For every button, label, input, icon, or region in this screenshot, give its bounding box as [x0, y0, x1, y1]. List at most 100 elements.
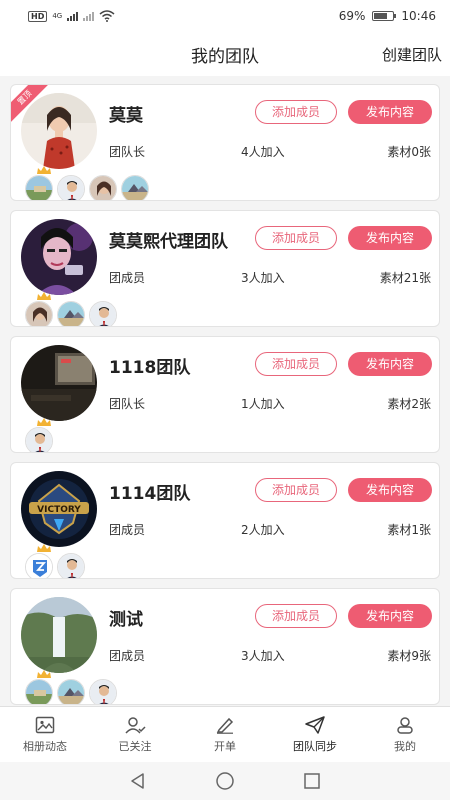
pencil-icon	[216, 717, 234, 734]
member-count: 2人加入	[241, 523, 285, 537]
team-name: 1114团队	[109, 484, 191, 504]
material-count: 素材9张	[387, 649, 431, 663]
member-avatars[interactable]	[25, 427, 53, 452]
team-list[interactable]: 置顶 莫莫 添加成员 发布内容 团队长 4人加入 素材0张 莫莫熙代理团队 添加…	[0, 76, 450, 706]
team-card[interactable]: 莫莫熙代理团队 添加成员 发布内容 团成员 3人加入 素材21张	[10, 210, 440, 327]
add-member-button[interactable]: 添加成员	[255, 226, 337, 250]
team-role: 团成员	[109, 523, 146, 537]
team-role: 团队长	[109, 397, 146, 411]
add-member-button[interactable]: 添加成员	[255, 478, 337, 502]
member-avatars[interactable]	[25, 679, 117, 704]
material-count: 素材1张	[387, 523, 431, 537]
member-avatar[interactable]	[121, 175, 149, 200]
add-member-button[interactable]: 添加成员	[255, 352, 337, 376]
battery-percent: 69%	[338, 9, 366, 23]
publish-content-button[interactable]: 发布内容	[348, 226, 432, 250]
team-avatar	[21, 219, 97, 295]
team-card[interactable]: 1118团队 添加成员 发布内容 团队长 1人加入 素材2张	[10, 336, 440, 453]
team-avatar	[21, 93, 97, 169]
member-count: 4人加入	[241, 145, 285, 159]
team-avatar	[21, 597, 97, 673]
material-count: 素材0张	[387, 145, 431, 159]
tab-label: 开单	[214, 739, 236, 753]
status-right: 69% 10:46	[339, 9, 436, 23]
crown-icon	[37, 544, 51, 552]
publish-content-button[interactable]: 发布内容	[348, 478, 432, 502]
member-avatars[interactable]	[25, 175, 149, 200]
material-count: 素材2张	[387, 397, 431, 411]
member-avatar[interactable]	[25, 427, 53, 452]
publish-content-button[interactable]: 发布内容	[348, 352, 432, 376]
publish-content-button[interactable]: 发布内容	[348, 100, 432, 124]
team-name: 1118团队	[109, 358, 191, 378]
team-role: 团队长	[109, 145, 146, 159]
battery-fill	[374, 13, 387, 19]
page-header: 我的团队 创建团队	[0, 32, 450, 76]
person-icon	[397, 716, 413, 734]
tab-following[interactable]: 已关注	[90, 707, 180, 762]
member-avatar[interactable]	[57, 301, 85, 326]
add-member-button[interactable]: 添加成员	[255, 100, 337, 124]
team-name: 莫莫	[109, 106, 143, 126]
recents-icon[interactable]	[303, 772, 321, 790]
member-avatar[interactable]	[57, 553, 85, 578]
wifi-icon	[99, 10, 115, 22]
tab-mine[interactable]: 我的	[360, 707, 450, 762]
publish-content-button[interactable]: 发布内容	[348, 604, 432, 628]
signal-icon-2	[83, 11, 95, 21]
team-avatar: VICTORY	[21, 471, 97, 547]
member-avatar[interactable]	[89, 175, 117, 200]
tab-label: 相册动态	[23, 739, 67, 753]
status-bar: HD 4G 69% 10:46	[0, 0, 450, 32]
crown-icon	[37, 418, 51, 426]
member-avatars[interactable]	[25, 301, 117, 326]
member-count: 3人加入	[241, 649, 285, 663]
hd-badge: HD	[28, 10, 48, 22]
material-count: 素材21张	[379, 271, 431, 285]
team-role: 团成员	[109, 649, 146, 663]
svg-text:VICTORY: VICTORY	[37, 505, 81, 515]
tab-album-feed[interactable]: 相册动态	[0, 707, 90, 762]
team-card[interactable]: VICTORY 1114团队 添加成员 发布内容 团成员 2人加入 素材1张	[10, 462, 440, 579]
system-nav-bar	[0, 762, 450, 800]
team-card[interactable]: 测试 添加成员 发布内容 团成员 3人加入 素材9张	[10, 588, 440, 705]
member-count: 1人加入	[241, 397, 285, 411]
image-icon	[35, 716, 55, 733]
member-avatar[interactable]	[25, 553, 53, 578]
team-avatar	[21, 345, 97, 421]
crown-icon	[37, 292, 51, 300]
tab-label: 已关注	[118, 739, 152, 753]
member-avatar[interactable]	[57, 679, 85, 704]
status-left: HD 4G	[28, 10, 115, 22]
send-icon	[305, 715, 325, 734]
member-avatar[interactable]	[57, 175, 85, 200]
member-avatar[interactable]	[25, 175, 53, 200]
member-avatar[interactable]	[89, 301, 117, 326]
team-name: 测试	[109, 610, 143, 630]
follow-icon	[125, 716, 146, 734]
team-name: 莫莫熙代理团队	[109, 232, 228, 252]
tab-label: 团队同步	[293, 739, 337, 753]
network-type: 4G	[52, 12, 63, 20]
member-count: 3人加入	[241, 271, 285, 285]
team-role: 团成员	[109, 271, 146, 285]
back-icon[interactable]	[129, 772, 147, 790]
add-member-button[interactable]: 添加成员	[255, 604, 337, 628]
bottom-tab-bar: 相册动态 已关注 开单 团队同步 我的	[0, 706, 450, 762]
member-avatars[interactable]	[25, 553, 85, 578]
home-icon[interactable]	[215, 771, 235, 791]
crown-icon	[37, 166, 51, 174]
clock: 10:46	[401, 9, 436, 23]
battery-icon	[372, 11, 397, 21]
tab-create-order[interactable]: 开单	[180, 707, 270, 762]
tab-team-sync[interactable]: 团队同步	[270, 707, 360, 762]
create-team-button[interactable]: 创建团队	[382, 44, 442, 65]
member-avatar[interactable]	[25, 301, 53, 326]
signal-icon	[67, 11, 79, 21]
member-avatar[interactable]	[25, 679, 53, 704]
tab-label: 我的	[394, 739, 416, 753]
crown-icon	[37, 670, 51, 678]
member-avatar[interactable]	[89, 679, 117, 704]
team-card[interactable]: 置顶 莫莫 添加成员 发布内容 团队长 4人加入 素材0张	[10, 84, 440, 201]
page-title: 我的团队	[191, 46, 259, 67]
